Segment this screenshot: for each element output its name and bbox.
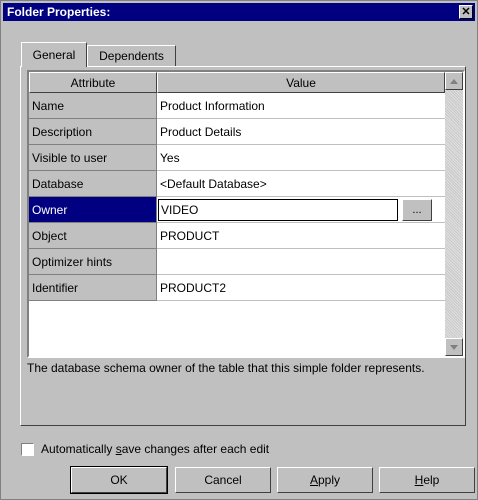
arrow-down-icon: [450, 344, 458, 350]
tab-dependents-label: Dependents: [99, 49, 164, 63]
title-bar: Folder Properties: ✕: [3, 3, 475, 21]
help-button[interactable]: Help: [379, 467, 475, 493]
attribute-cell: Object: [29, 223, 157, 249]
arrow-up-icon: [450, 78, 458, 84]
value-cell[interactable]: PRODUCT: [157, 223, 445, 249]
grid-row-visible-to-user[interactable]: Visible to user Yes: [29, 145, 445, 171]
attribute-grid: Attribute Value Name Product Information…: [27, 70, 465, 358]
grid-row-description[interactable]: Description Product Details: [29, 119, 445, 145]
ok-button[interactable]: OK: [70, 466, 168, 494]
cancel-button[interactable]: Cancel: [175, 467, 271, 493]
attribute-cell: Identifier: [29, 275, 157, 301]
grid-row-database[interactable]: Database <Default Database>: [29, 171, 445, 197]
grid-row-identifier[interactable]: Identifier PRODUCT2: [29, 275, 445, 301]
tab-general[interactable]: General: [21, 42, 87, 67]
value-cell[interactable]: [157, 249, 445, 275]
grid-header: Attribute Value: [29, 72, 445, 93]
autosave-label: Automatically save changes after each ed…: [41, 442, 270, 456]
attribute-cell: Visible to user: [29, 145, 157, 171]
browse-button[interactable]: ...: [402, 198, 432, 221]
apply-button[interactable]: Apply: [277, 467, 373, 493]
grid-row-optimizer-hints[interactable]: Optimizer hints: [29, 249, 445, 275]
grid-row-owner[interactable]: Owner VIDEO ...: [29, 197, 445, 223]
value-cell[interactable]: Yes: [157, 145, 445, 171]
attribute-description: The database schema owner of the table t…: [27, 361, 425, 375]
close-icon: ✕: [461, 5, 471, 18]
window-title: Folder Properties:: [7, 5, 111, 19]
value-cell[interactable]: Product Details: [157, 119, 445, 145]
grid-row-name[interactable]: Name Product Information: [29, 93, 445, 119]
scroll-down-button[interactable]: [445, 338, 463, 356]
attribute-cell: Name: [29, 93, 157, 119]
autosave-option[interactable]: Automatically save changes after each ed…: [21, 442, 269, 456]
autosave-checkbox[interactable]: [21, 442, 34, 456]
value-cell[interactable]: Product Information: [157, 93, 445, 119]
tab-general-label: General: [32, 48, 76, 62]
tab-dependents[interactable]: Dependents: [87, 45, 176, 67]
attribute-cell: Database: [29, 171, 157, 197]
attribute-cell: Owner: [29, 197, 157, 223]
close-button[interactable]: ✕: [459, 5, 473, 19]
folder-properties-dialog: Folder Properties: ✕ General Dependents …: [0, 0, 478, 500]
vertical-scrollbar[interactable]: [445, 72, 463, 356]
value-column-header[interactable]: Value: [157, 72, 445, 93]
value-cell[interactable]: PRODUCT2: [157, 275, 445, 301]
value-cell[interactable]: <Default Database>: [157, 171, 445, 197]
attribute-cell: Description: [29, 119, 157, 145]
attribute-column-header[interactable]: Attribute: [29, 72, 157, 93]
value-cell: VIDEO ...: [157, 197, 445, 223]
grid-row-object[interactable]: Object PRODUCT: [29, 223, 445, 249]
owner-input[interactable]: VIDEO: [158, 198, 398, 221]
attribute-cell: Optimizer hints: [29, 249, 157, 275]
scroll-up-button[interactable]: [445, 72, 463, 90]
